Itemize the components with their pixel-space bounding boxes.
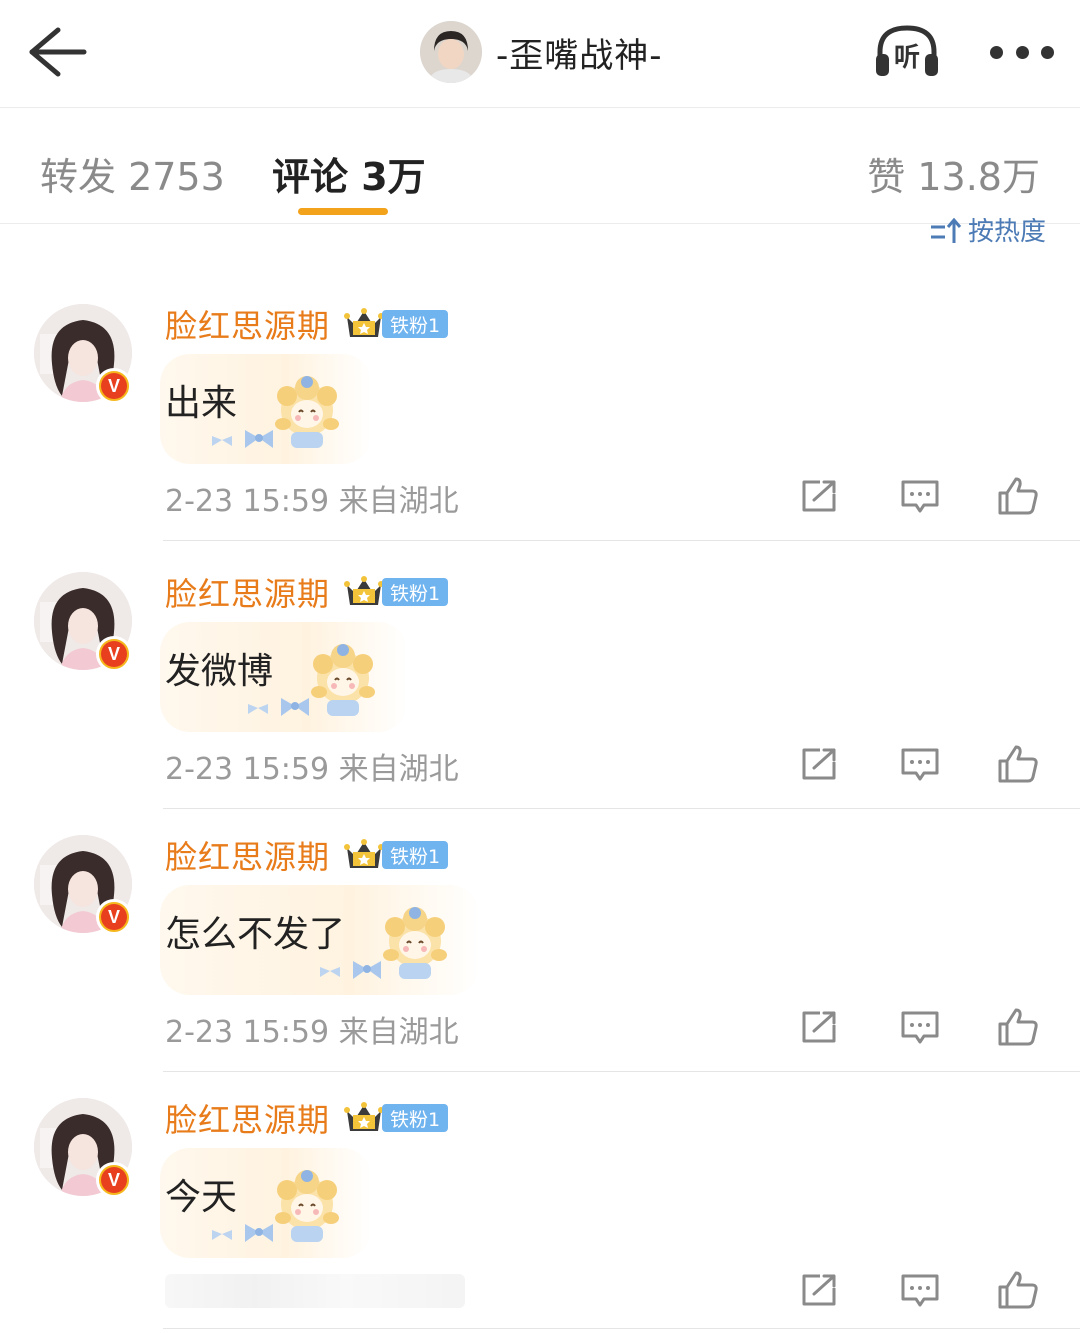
tab-bar: 转发 2753 评论 3万 赞 13.8万	[0, 108, 1080, 224]
sort-label: 按热度	[967, 218, 1046, 247]
like-button[interactable]	[996, 1270, 1040, 1310]
comment-divider	[163, 1071, 1080, 1072]
comment-meta: 2-23 15:59 来自湖北	[165, 744, 459, 788]
fan-badge: 铁粉1	[382, 841, 449, 869]
comment-divider	[163, 808, 1080, 809]
name-row: 脸红思源期 铁粉1	[165, 1095, 449, 1141]
verified-v-icon: V	[101, 1167, 127, 1193]
name-row: 脸红思源期 铁粉1	[165, 569, 449, 615]
fan-badge: 铁粉1	[382, 310, 449, 338]
comment-text: 发微博	[165, 651, 274, 692]
comment-item: V 脸红思源期 铁粉1 发微博 2-23 15:59 来自湖北	[0, 572, 1080, 835]
blurred-meta	[165, 1274, 465, 1308]
comment-icon	[901, 1274, 939, 1307]
comment-divider	[163, 540, 1080, 541]
tab-repost[interactable]: 转发 2753	[40, 146, 225, 201]
comment-location: 来自湖北	[338, 1015, 459, 1050]
active-tab-indicator	[298, 208, 388, 215]
share-icon	[802, 1011, 836, 1043]
username[interactable]: 脸红思源期	[165, 832, 330, 878]
sheep-sticker-icon	[383, 907, 448, 979]
comment-item: V 脸红思源期 铁粉1 怎么不发了 2-23 15:59 来自湖北	[0, 835, 1080, 1098]
comment-text: 今天	[165, 1177, 238, 1218]
reply-button[interactable]	[898, 1270, 942, 1310]
forward-button[interactable]	[798, 744, 842, 784]
thumbs-up-icon	[998, 1271, 1038, 1309]
verified-badge: V	[96, 1162, 132, 1198]
username[interactable]: 脸红思源期	[165, 569, 330, 615]
more-dot	[1015, 45, 1029, 59]
sheep-sticker-icon	[275, 376, 340, 448]
forward-button[interactable]	[798, 1270, 842, 1310]
comment-time: 2-23 15:59	[165, 484, 330, 519]
listen-button[interactable]: 听	[872, 20, 942, 82]
comment-item: V 脸红思源期 铁粉1 出来 2-23 15:59 来自湖北	[0, 304, 1080, 567]
share-icon	[802, 1274, 836, 1306]
sheep-sticker-icon	[311, 644, 376, 716]
like-button[interactable]	[996, 744, 1040, 784]
forward-button[interactable]	[798, 1007, 842, 1047]
title-area[interactable]: -歪嘴战神-	[420, 20, 663, 84]
crown-icon	[344, 839, 385, 868]
sort-toggle[interactable]: 按热度	[928, 218, 1046, 248]
thumbs-up-icon	[998, 745, 1038, 783]
comment-icon	[901, 1011, 939, 1044]
name-row: 脸红思源期 铁粉1	[165, 832, 449, 878]
crown-icon	[344, 308, 385, 337]
fan-badge: 铁粉1	[382, 1104, 449, 1132]
username[interactable]: 脸红思源期	[165, 1095, 330, 1141]
crown-icon	[344, 576, 385, 605]
sort-arrows-icon	[930, 218, 962, 243]
reply-button[interactable]	[898, 476, 942, 516]
thumbs-up-icon	[998, 1008, 1038, 1046]
top-bar: -歪嘴战神- 听	[0, 0, 1080, 108]
verified-badge: V	[96, 636, 132, 672]
comment-text: 出来	[165, 383, 238, 424]
verified-v-icon: V	[101, 641, 127, 667]
comment-location: 来自湖北	[338, 484, 459, 519]
comment-divider	[163, 1328, 1080, 1329]
sheep-sticker-icon	[275, 1170, 340, 1242]
comment-icon	[901, 748, 939, 781]
comment-meta: 2-23 15:59 来自湖北	[165, 1007, 459, 1051]
comment-icon	[901, 480, 939, 513]
verified-v-icon: V	[101, 904, 127, 930]
verified-badge: V	[96, 368, 132, 404]
comment-text: 怎么不发了	[165, 914, 346, 955]
share-icon	[802, 748, 836, 780]
reply-button[interactable]	[898, 744, 942, 784]
page-title: -歪嘴战神-	[496, 35, 663, 76]
comment-time: 2-23 15:59	[165, 1015, 330, 1050]
tab-like[interactable]: 赞 13.8万	[867, 146, 1040, 201]
arrow-left-icon	[29, 27, 87, 77]
like-button[interactable]	[996, 1007, 1040, 1047]
comment-time: 2-23 15:59	[165, 752, 330, 787]
like-button[interactable]	[996, 476, 1040, 516]
forward-button[interactable]	[798, 476, 842, 516]
listen-label: 听	[894, 43, 920, 73]
headphones-icon: 听	[876, 25, 938, 76]
username[interactable]: 脸红思源期	[165, 301, 330, 347]
fan-badge: 铁粉1	[382, 578, 449, 606]
name-row: 脸红思源期 铁粉1	[165, 301, 449, 347]
verified-v-icon: V	[101, 373, 127, 399]
verified-badge: V	[96, 899, 132, 935]
reply-button[interactable]	[898, 1007, 942, 1047]
more-button[interactable]	[990, 40, 1054, 64]
comment-meta: 2-23 15:59 来自湖北	[165, 476, 459, 520]
author-avatar[interactable]	[420, 21, 482, 83]
comment-item: V 脸红思源期 铁粉1 今天	[0, 1098, 1080, 1333]
more-dots-icon	[990, 45, 1003, 59]
crown-icon	[344, 1102, 385, 1131]
comment-location: 来自湖北	[338, 752, 459, 787]
more-dot	[1041, 45, 1054, 59]
share-icon	[802, 480, 836, 512]
back-button[interactable]	[22, 22, 92, 82]
thumbs-up-icon	[998, 477, 1038, 515]
